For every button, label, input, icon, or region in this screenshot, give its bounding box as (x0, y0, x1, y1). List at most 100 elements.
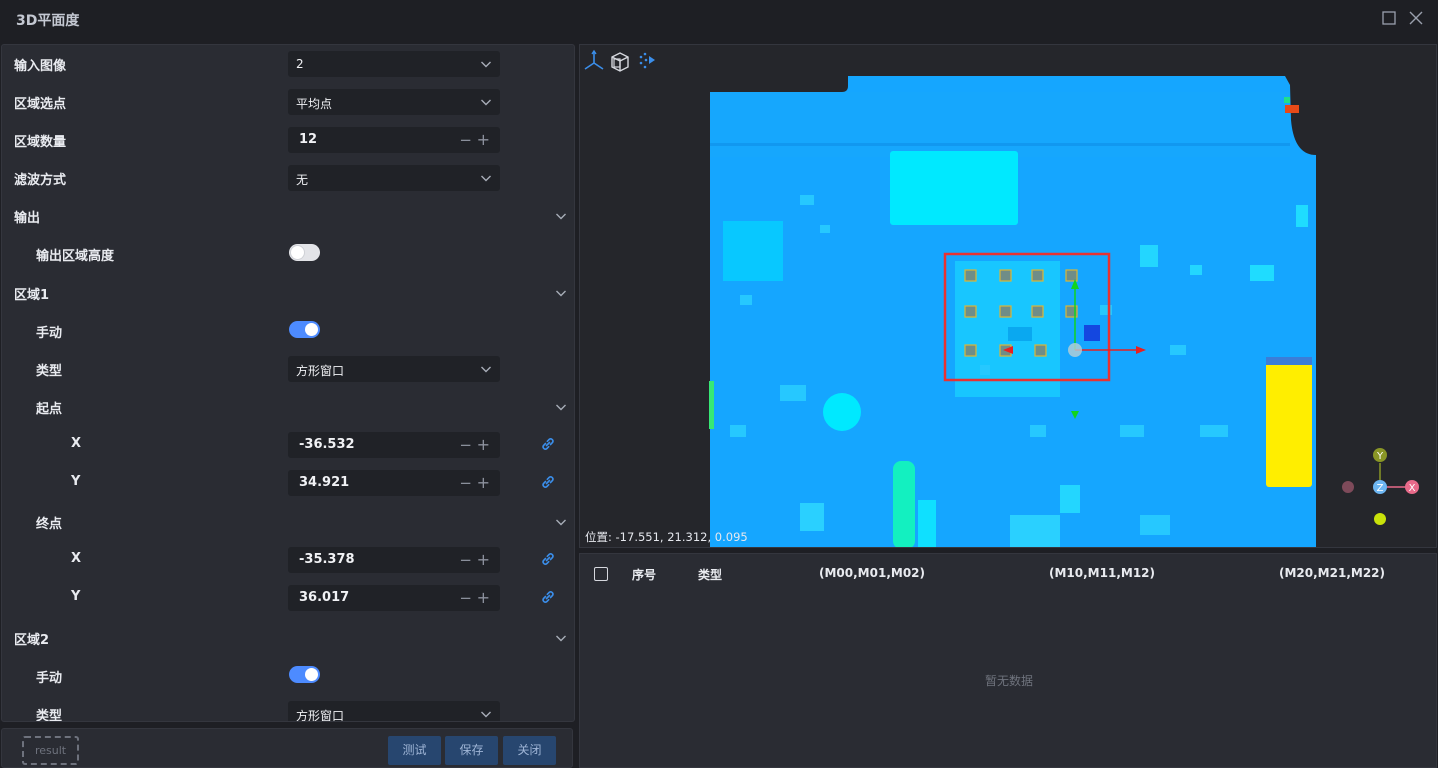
save-button[interactable]: 保存 (445, 736, 498, 765)
position-readout: 位置: -17.551, 21.312, 0.095 (585, 529, 748, 545)
start-x-stepper[interactable]: -36.532 − + (288, 432, 500, 458)
start-y-label: Y (71, 474, 81, 489)
output-section-label: 输出 (14, 211, 41, 226)
action-bar: result 测试 保存 关闭 (1, 728, 573, 768)
region1-type-label: 类型 (36, 364, 63, 379)
test-button[interactable]: 测试 (388, 736, 441, 765)
3d-viewer[interactable]: Y X Z 位置: -17.551, 21.312, 0.095 (579, 44, 1437, 548)
chevron-down-icon (481, 711, 491, 718)
region2-type-value: 方形窗口 (296, 709, 345, 722)
decrement-button[interactable]: − (459, 131, 472, 149)
increment-button[interactable]: + (477, 130, 490, 149)
input-image-select[interactable]: 2 (288, 51, 500, 77)
region1-manual-toggle[interactable] (289, 321, 320, 338)
start-x-value: -36.532 (299, 437, 355, 452)
chevron-down-icon[interactable] (555, 516, 567, 528)
param-row-filter: 滤波方式 无 (2, 159, 574, 197)
increment-button[interactable]: + (477, 550, 490, 569)
select-all-checkbox[interactable] (594, 567, 608, 581)
param-row-region-count: 区域数量 12 − + (2, 121, 574, 159)
parameter-panel: 输入图像 2 区域选点 平均点 区域数量 12 − + 滤波方式 无 输出 输出… (1, 44, 575, 722)
region2-type-label: 类型 (36, 709, 63, 722)
end-x-label: X (71, 551, 82, 566)
param-row-region1-end-x: X -35.378 − + (2, 541, 574, 579)
col-header-m2[interactable]: (M20,M21,M22) (1279, 566, 1385, 580)
col-header-index[interactable]: 序号 (632, 566, 656, 583)
point-cloud-view[interactable]: Y X Z (580, 45, 1437, 548)
toggle-knob (305, 323, 318, 336)
region2-manual-label: 手动 (36, 671, 63, 686)
filter-value: 无 (296, 173, 309, 187)
end-y-stepper[interactable]: 36.017 − + (288, 585, 500, 611)
param-row-region-select: 区域选点 平均点 (2, 83, 574, 121)
col-header-m0[interactable]: (M00,M01,M02) (819, 566, 925, 580)
link-icon[interactable] (539, 435, 557, 453)
result-indicator: result (22, 736, 79, 765)
end-x-value: -35.378 (299, 552, 355, 567)
param-row-output-height: 输出区域高度 (2, 235, 574, 273)
decrement-button[interactable]: − (459, 436, 472, 454)
maximize-icon[interactable] (1381, 10, 1397, 26)
chevron-down-icon[interactable] (555, 401, 567, 413)
region1-type-value: 方形窗口 (296, 364, 345, 378)
chevron-down-icon (481, 366, 491, 373)
decrement-button[interactable]: − (459, 589, 472, 607)
output-height-toggle[interactable] (289, 244, 320, 261)
region-select-label: 区域选点 (14, 97, 67, 112)
title-bar: 3D平面度 (0, 0, 1438, 38)
increment-button[interactable]: + (477, 588, 490, 607)
region1-manual-label: 手动 (36, 326, 63, 341)
param-row-input-image: 输入图像 2 (2, 45, 574, 83)
region2-type-select[interactable]: 方形窗口 (288, 701, 500, 722)
input-image-label: 输入图像 (14, 59, 67, 74)
col-header-type[interactable]: 类型 (698, 566, 722, 583)
start-y-value: 34.921 (299, 475, 350, 490)
region-count-stepper[interactable]: 12 − + (288, 127, 500, 153)
region-count-value: 12 (299, 132, 318, 147)
link-icon[interactable] (539, 550, 557, 568)
decrement-button[interactable]: − (459, 551, 472, 569)
param-row-region1-end-y: Y 36.017 − + (2, 579, 574, 617)
region-count-label: 区域数量 (14, 135, 67, 150)
filter-select[interactable]: 无 (288, 165, 500, 191)
region-select-select[interactable]: 平均点 (288, 89, 500, 115)
param-row-region1-manual: 手动 (2, 312, 574, 350)
col-header-m1[interactable]: (M10,M11,M12) (1049, 566, 1155, 580)
region2-manual-toggle[interactable] (289, 666, 320, 683)
region2-section-label: 区域2 (14, 633, 50, 648)
start-y-stepper[interactable]: 34.921 − + (288, 470, 500, 496)
chevron-down-icon[interactable] (555, 210, 567, 222)
link-icon[interactable] (539, 473, 557, 491)
close-button[interactable]: 关闭 (503, 736, 556, 765)
region1-type-select[interactable]: 方形窗口 (288, 356, 500, 382)
section-region1-end[interactable]: 终点 (2, 503, 574, 541)
chevron-down-icon[interactable] (555, 287, 567, 299)
decrement-button[interactable]: − (459, 474, 472, 492)
chevron-down-icon (481, 175, 491, 182)
end-x-stepper[interactable]: -35.378 − + (288, 547, 500, 573)
end-y-value: 36.017 (299, 590, 350, 605)
region1-start-label: 起点 (36, 402, 63, 417)
gizmo-x-label: X (1409, 483, 1416, 494)
chevron-down-icon[interactable] (555, 632, 567, 644)
section-output[interactable]: 输出 (2, 197, 574, 235)
close-icon[interactable] (1408, 10, 1424, 26)
increment-button[interactable]: + (477, 435, 490, 454)
increment-button[interactable]: + (477, 473, 490, 492)
end-y-label: Y (71, 589, 81, 604)
empty-state: 暂无数据 (984, 674, 1033, 688)
gizmo-y-label: Y (1376, 451, 1384, 462)
position-label: 位置: (585, 530, 612, 544)
start-x-label: X (71, 436, 82, 451)
toggle-knob (291, 246, 304, 259)
result-table: 序号 类型 (M00,M01,M02) (M10,M11,M12) (M20,M… (579, 553, 1437, 768)
filter-label: 滤波方式 (14, 173, 67, 188)
toggle-knob (305, 668, 318, 681)
link-icon[interactable] (539, 588, 557, 606)
section-region1[interactable]: 区域1 (2, 274, 574, 312)
section-region2[interactable]: 区域2 (2, 619, 574, 657)
region-select-value: 平均点 (296, 97, 333, 111)
section-region1-start[interactable]: 起点 (2, 388, 574, 426)
region1-section-label: 区域1 (14, 288, 50, 303)
param-row-region1-start-y: Y 34.921 − + (2, 464, 574, 502)
